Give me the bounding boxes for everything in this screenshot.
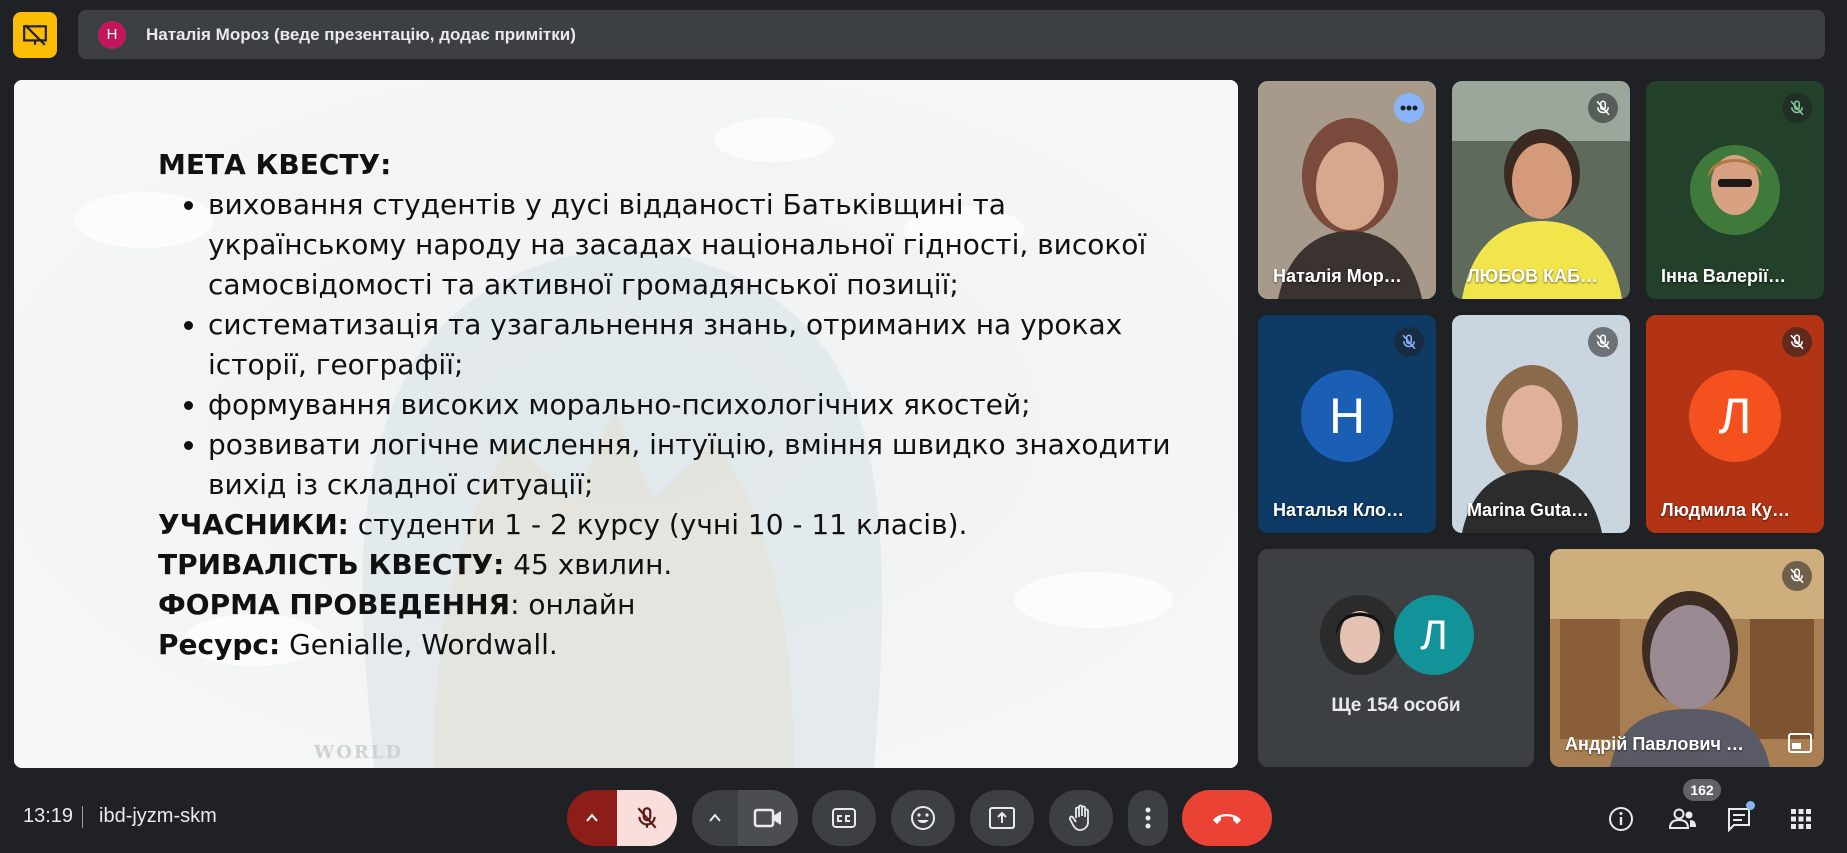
participants-value: студенти 1 - 2 курсу (учні 10 - 11 класі… xyxy=(348,508,968,541)
presenter-avatar: Н xyxy=(98,20,126,49)
participant-name: Інна Валерії… xyxy=(1661,266,1787,286)
divider xyxy=(82,806,83,828)
participant-name: Андрій Павлович … xyxy=(1565,734,1744,754)
more-vert-icon xyxy=(1145,807,1151,829)
chevron-up-icon xyxy=(709,813,721,822)
other-participants-tile[interactable]: Л Ще 154 особи xyxy=(1258,549,1534,767)
resource-value: Genialle, Wordwall. xyxy=(280,628,558,661)
microphone-toggle-button[interactable] xyxy=(617,790,677,846)
format-label: ФОРМА ПРОВЕДЕННЯ xyxy=(158,588,511,621)
info-icon xyxy=(1609,807,1633,831)
participant-avatar-photo xyxy=(1320,595,1400,675)
presenter-banner: Н Наталія Мороз (веде презентацію, додає… xyxy=(78,10,1825,59)
format-value: : онлайн xyxy=(510,588,636,621)
present-screen-button[interactable] xyxy=(970,790,1034,846)
goal-list: виховання студентів у дусі відданості Ба… xyxy=(158,185,1178,505)
participant-name: ЛЮБОВ КАБ… xyxy=(1467,266,1599,286)
hand-icon xyxy=(1068,804,1089,831)
current-time: 13:19 xyxy=(23,805,74,827)
chat-button[interactable] xyxy=(1721,801,1757,837)
participant-tile-liubov[interactable]: ЛЮБОВ КАБ… xyxy=(1452,81,1630,299)
captions-button[interactable] xyxy=(812,790,876,846)
apps-grid-icon xyxy=(1791,809,1811,829)
people-icon xyxy=(1668,808,1696,829)
mic-off-icon xyxy=(1782,327,1812,357)
closed-captions-icon xyxy=(832,808,856,828)
participant-avatar: Л xyxy=(1689,370,1781,462)
participant-avatar: Н xyxy=(1301,370,1393,462)
participants-line: УЧАСНИКИ: студенти 1 - 2 курсу (учні 10 … xyxy=(158,505,1178,545)
end-call-icon xyxy=(1213,814,1241,824)
mic-off-icon xyxy=(1588,327,1618,357)
activities-button[interactable] xyxy=(1783,801,1819,837)
presentation-slide: МЕТА КВЕСТУ: виховання студентів у дусі … xyxy=(14,80,1238,768)
presentation-indicator-icon[interactable] xyxy=(13,12,57,58)
leave-call-button[interactable] xyxy=(1182,790,1272,846)
participant-name: Наталія Мор… xyxy=(1273,266,1402,286)
goal-item: формування високих морально-психологічни… xyxy=(208,385,1178,425)
camera-toggle-button[interactable] xyxy=(738,790,798,846)
goal-item: виховання студентів у дусі відданості Ба… xyxy=(208,185,1178,305)
participant-count-badge: 162 xyxy=(1683,779,1721,801)
participant-name: Наталья Кло… xyxy=(1273,500,1405,520)
duration-value: 45 хвилин. xyxy=(504,548,673,581)
participants-label: УЧАСНИКИ: xyxy=(158,508,349,541)
format-line: ФОРМА ПРОВЕДЕННЯ: онлайн xyxy=(158,585,1178,625)
camera-icon xyxy=(753,808,781,828)
present-screen-icon xyxy=(989,807,1015,829)
mic-off-icon xyxy=(637,807,657,829)
meeting-details-button[interactable] xyxy=(1603,801,1639,837)
people-button[interactable] xyxy=(1663,801,1703,837)
participant-tile-liudmyla[interactable]: Л Людмила Ку… xyxy=(1646,315,1824,533)
more-people-label: Ще 154 особи xyxy=(1331,695,1461,716)
goal-item: розвивати логічне мислення, інтуїцію, вм… xyxy=(208,425,1178,505)
mic-off-icon xyxy=(1782,561,1812,591)
emoji-icon xyxy=(911,806,935,830)
participant-tile-inna[interactable]: Інна Валерії… xyxy=(1646,81,1824,299)
raise-hand-button[interactable] xyxy=(1049,790,1113,846)
chevron-up-icon xyxy=(586,813,598,822)
participant-tile-andrii[interactable]: Андрій Павлович … xyxy=(1550,549,1824,767)
picture-in-picture-icon[interactable] xyxy=(1788,733,1812,753)
participant-tile-nataliia[interactable]: Наталія Мор… xyxy=(1258,81,1436,299)
mic-off-icon xyxy=(1782,93,1812,123)
reactions-button[interactable] xyxy=(891,790,955,846)
more-options-button[interactable] xyxy=(1128,790,1168,846)
slide-background-label: WORLD xyxy=(314,742,404,763)
meeting-code: ibd-jyzm-skm xyxy=(99,805,217,827)
new-message-dot xyxy=(1746,801,1755,810)
video-options-button[interactable] xyxy=(692,790,738,846)
audio-options-button[interactable] xyxy=(567,790,617,846)
participant-name: Marina Guta… xyxy=(1467,500,1590,520)
presenter-banner-text: Наталія Мороз (веде презентацію, додає п… xyxy=(146,24,576,44)
chat-icon xyxy=(1728,808,1750,832)
resource-line: Ресурс: Genialle, Wordwall. xyxy=(158,625,1178,665)
goal-item: систематизація та узагальнення знань, от… xyxy=(208,305,1178,385)
participant-avatar: Л xyxy=(1394,595,1474,675)
participant-tile-marina[interactable]: Marina Guta… xyxy=(1452,315,1630,533)
slide-text: МЕТА КВЕСТУ: виховання студентів у дусі … xyxy=(158,145,1178,665)
more-options-icon[interactable] xyxy=(1394,93,1424,123)
participant-name: Людмила Ку… xyxy=(1661,500,1791,520)
participant-tile-natalya[interactable]: Н Наталья Кло… xyxy=(1258,315,1436,533)
duration-line: ТРИВАЛІСТЬ КВЕСТУ: 45 хвилин. xyxy=(158,545,1178,585)
goal-heading: МЕТА КВЕСТУ: xyxy=(158,148,392,181)
resource-label: Ресурс: xyxy=(158,628,281,661)
mic-off-icon xyxy=(1394,327,1424,357)
mic-off-icon xyxy=(1588,93,1618,123)
duration-label: ТРИВАЛІСТЬ КВЕСТУ: xyxy=(158,548,505,581)
